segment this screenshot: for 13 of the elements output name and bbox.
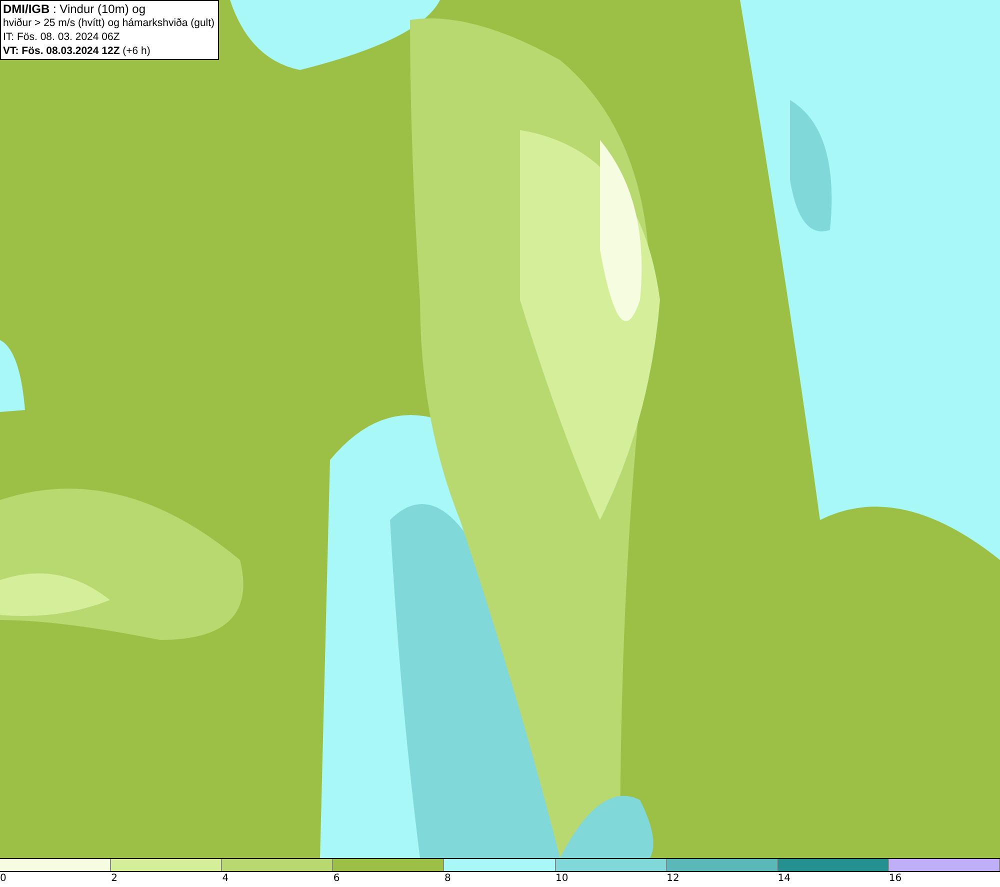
- legend-label: 4: [222, 872, 229, 885]
- legend-label: 12: [666, 872, 680, 885]
- title-line: IT: Fös. 08. 03. 2024 06Z: [3, 30, 120, 44]
- legend-label: 10: [556, 872, 568, 885]
- title-line: hviður > 25 m/s (hvítt) og hámarkshviða (gult): [3, 16, 215, 30]
- title-line: DMI/IGB : Vindur (10m) og: [3, 2, 146, 16]
- legend-label: 16: [888, 872, 902, 885]
- title-line: VT: Fös. 08.03.2024 12Z (+6 h): [3, 44, 150, 58]
- legend-label: 6: [333, 872, 340, 885]
- legend-label: 14: [778, 872, 790, 885]
- legend-label: 8: [444, 872, 451, 885]
- legend-label: 2: [111, 872, 118, 885]
- legend-label: 0: [0, 872, 6, 885]
